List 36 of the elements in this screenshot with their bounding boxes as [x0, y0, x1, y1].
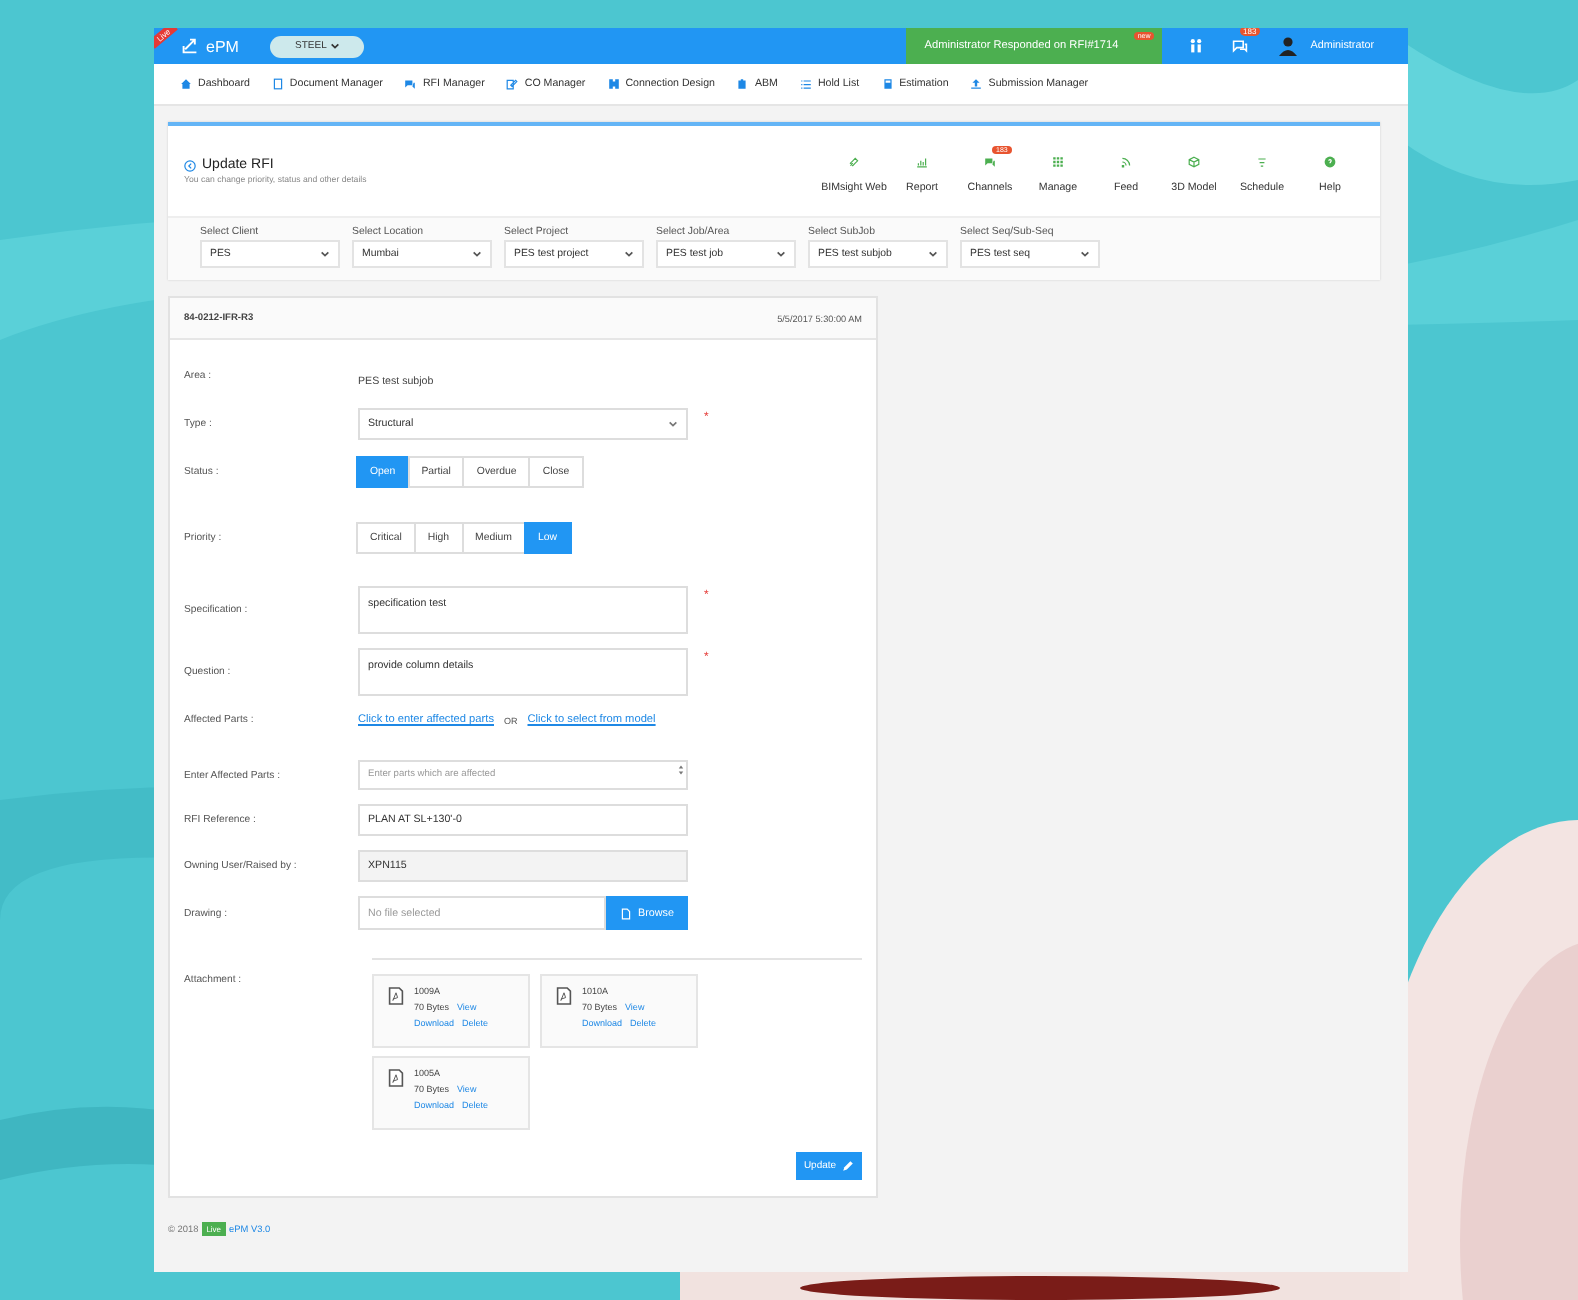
caret-icon [472, 250, 482, 258]
caret-icon [1080, 250, 1090, 258]
logo-icon [182, 38, 198, 54]
grid-icon [1052, 156, 1064, 168]
caret-icon [624, 250, 634, 258]
chat-icon[interactable] [1232, 38, 1249, 54]
caret-icon [668, 420, 678, 428]
clipboard-icon [736, 78, 749, 90]
rss-icon [1120, 156, 1132, 168]
user-avatar-icon[interactable] [1278, 36, 1299, 56]
upload-icon [970, 78, 983, 90]
filter-icon [1256, 156, 1268, 168]
caret-icon [330, 42, 341, 50]
caret-icon [776, 250, 786, 258]
cube-icon [1188, 156, 1200, 168]
chat-icon [984, 156, 996, 168]
pdf-file-icon [556, 986, 572, 1006]
spinner-icon[interactable] [678, 764, 684, 776]
document-icon [271, 78, 284, 90]
people-icon[interactable] [1188, 38, 1205, 54]
chat-icon [404, 78, 417, 90]
pdf-file-icon [388, 986, 404, 1006]
file-icon [620, 907, 632, 919]
help-icon [1324, 156, 1336, 168]
pencil-icon [842, 1160, 855, 1172]
edit-icon [506, 78, 519, 90]
home-icon [180, 78, 192, 90]
back-icon[interactable] [184, 159, 196, 171]
caret-icon [320, 250, 330, 258]
list-icon [799, 78, 812, 90]
app-logo: ePM [206, 37, 239, 55]
link-icon [848, 156, 860, 168]
pdf-file-icon [388, 1068, 404, 1088]
calculator-icon [881, 78, 894, 90]
caret-icon [928, 250, 938, 258]
chart-icon [916, 156, 928, 168]
